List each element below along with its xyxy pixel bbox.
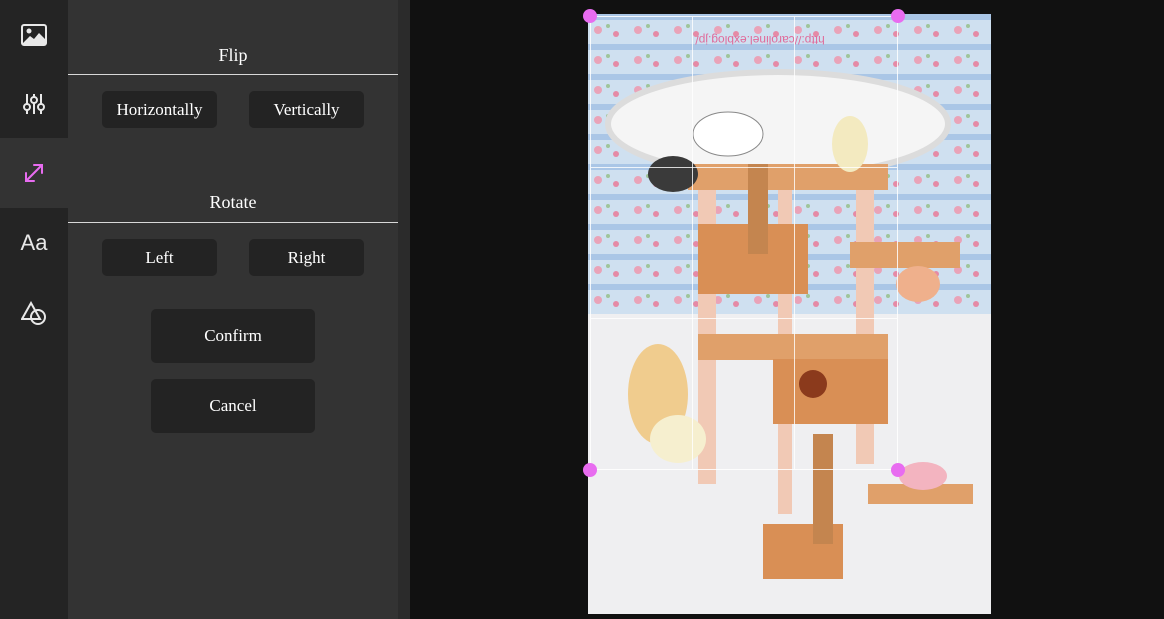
resize-tool-button[interactable] — [0, 138, 68, 208]
crop-handle-bottom-right[interactable] — [891, 463, 905, 477]
crop-grid-line — [692, 17, 693, 469]
shapes-icon — [21, 301, 46, 325]
flip-vertical-button[interactable]: Vertically — [249, 91, 364, 128]
rotate-title: Rotate — [209, 192, 257, 212]
tool-rail: Aa — [0, 0, 68, 619]
confirm-button[interactable]: Confirm — [151, 309, 315, 363]
resize-icon — [25, 164, 43, 182]
sliders-icon — [23, 94, 45, 114]
crop-handle-top-left[interactable] — [583, 9, 597, 23]
crop-grid-line — [591, 318, 897, 319]
adjust-tool-button[interactable] — [0, 69, 68, 139]
crop-grid-line — [591, 167, 897, 168]
flip-divider — [68, 74, 398, 75]
cancel-button[interactable]: Cancel — [151, 379, 315, 433]
rotate-left-button[interactable]: Left — [102, 239, 217, 276]
crop-handle-bottom-left[interactable] — [583, 463, 597, 477]
flip-horizontal-button[interactable]: Horizontally — [102, 91, 217, 128]
panel-scrollbar[interactable] — [398, 0, 410, 619]
crop-handle-top-right[interactable] — [891, 9, 905, 23]
shapes-tool-button[interactable] — [0, 278, 68, 348]
crop-grid-line — [794, 17, 795, 469]
transform-panel: Flip Horizontally Vertically Rotate Left… — [68, 0, 398, 619]
crop-box[interactable] — [590, 16, 898, 470]
image-icon — [21, 24, 47, 46]
text-icon: Aa — [20, 230, 48, 255]
rotate-right-button[interactable]: Right — [249, 239, 364, 276]
flip-title: Flip — [218, 45, 248, 65]
image-tool-button[interactable] — [0, 0, 68, 70]
rotate-divider — [68, 222, 398, 223]
text-tool-button[interactable]: Aa — [0, 208, 68, 278]
